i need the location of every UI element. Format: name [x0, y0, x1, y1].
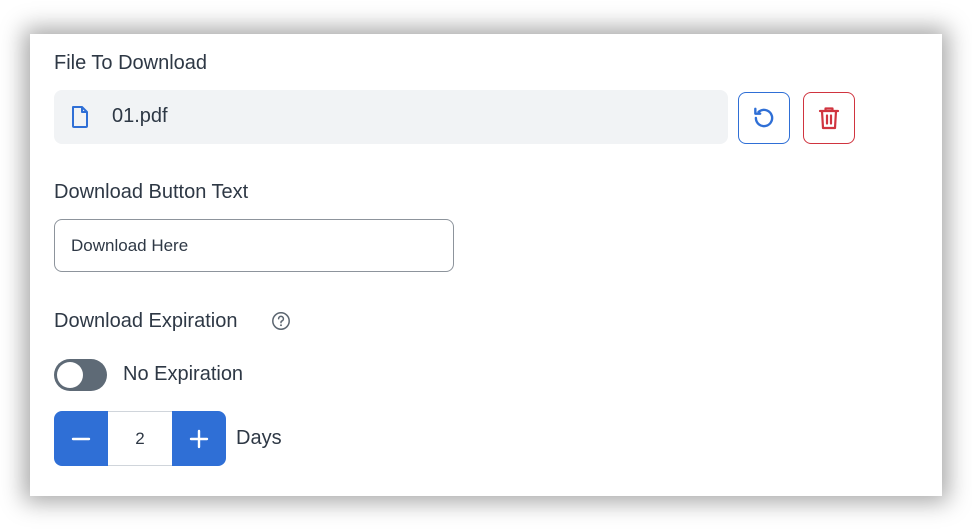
file-to-download-label: File To Download — [54, 52, 208, 74]
no-expiration-toggle[interactable] — [54, 359, 107, 391]
download-button-text-label: Download Button Text — [54, 181, 249, 203]
file-name: 01.pdf — [112, 105, 168, 127]
download-settings-card: File To Download 01.pdf Download Button … — [30, 34, 942, 496]
plus-icon — [189, 429, 209, 448]
toggle-knob — [57, 362, 83, 388]
days-input[interactable] — [108, 411, 172, 466]
days-stepper — [54, 411, 226, 466]
download-button-text-input[interactable] — [54, 219, 454, 272]
file-row: 01.pdf — [54, 90, 728, 144]
refresh-icon — [754, 107, 774, 128]
days-label: Days — [236, 427, 282, 449]
no-expiration-label: No Expiration — [123, 363, 244, 385]
increment-button[interactable] — [172, 411, 226, 466]
download-expiration-label: Download Expiration — [54, 310, 238, 332]
decrement-button[interactable] — [54, 411, 108, 466]
minus-icon — [71, 437, 91, 440]
delete-file-button[interactable] — [803, 92, 855, 144]
replace-file-button[interactable] — [738, 92, 790, 144]
trash-icon — [818, 107, 840, 130]
help-circle-icon[interactable] — [271, 311, 291, 331]
file-icon — [72, 106, 88, 128]
